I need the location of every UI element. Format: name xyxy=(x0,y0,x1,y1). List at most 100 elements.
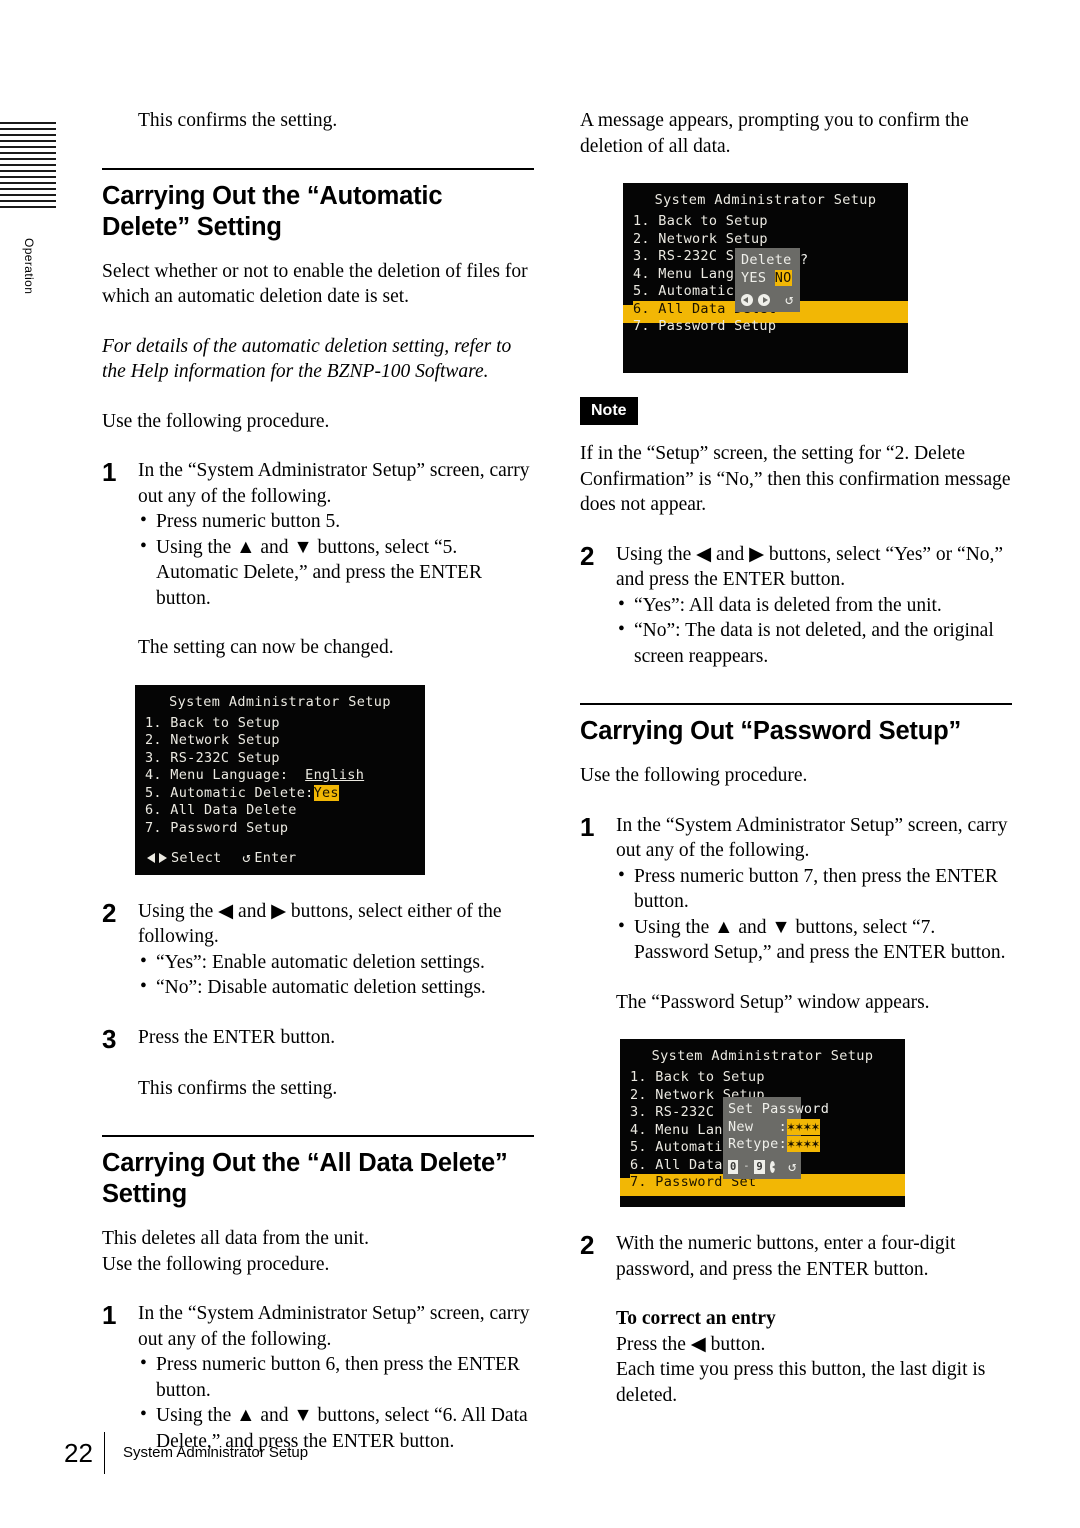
step-text: Using the ◀ and ▶ buttons, select “Yes” … xyxy=(616,543,1004,591)
dialog-label-new: New : xyxy=(728,1118,787,1135)
lcd-value-menu-language[interactable]: English xyxy=(305,767,364,783)
heading-password-setup: Carrying Out “Password Setup” xyxy=(580,703,1012,747)
page-number: 22 xyxy=(64,1438,93,1468)
edge-tab-marks xyxy=(0,122,56,230)
delete-confirmation-dialog: Delete ? YES NO ↻ xyxy=(735,248,809,312)
lcd-menu-item-back-to-setup[interactable]: 1. Back to Setup xyxy=(630,1069,905,1087)
dialog-option-yes[interactable]: YES xyxy=(741,270,766,286)
enter-icon: ↻ xyxy=(787,1158,796,1175)
password-new-field[interactable]: ✶✶✶✶ xyxy=(787,1118,820,1135)
step-number: 3 xyxy=(102,1023,117,1054)
lcd-screen-system-administrator-setup: System Administrator Setup 1. Back to Se… xyxy=(135,684,425,875)
all-data-delete-description-line-2: Use the following procedure. xyxy=(102,1253,330,1275)
dialog-prompt: Delete ? xyxy=(741,252,809,268)
edge-mark xyxy=(0,188,56,190)
heading-all-data-delete: Carrying Out the “All Data Delete” Setti… xyxy=(102,1135,534,1210)
lcd-title: System Administrator Setup xyxy=(169,693,391,710)
step-number: 1 xyxy=(102,457,117,487)
intro-confirm-text: This confirms the setting. xyxy=(138,110,338,131)
lcd-menu-item-back-to-setup[interactable]: 1. Back to Setup xyxy=(145,715,425,733)
step-number: 1 xyxy=(580,811,595,842)
step-text: Using the ◀ and ▶ buttons, select either… xyxy=(138,900,502,948)
step-number: 2 xyxy=(580,540,595,571)
step-bullet-list: Press numeric button 7, then press the E… xyxy=(616,863,1012,966)
lcd-screen-password-setup: System Administrator Setup 1. Back to Se… xyxy=(620,1039,905,1207)
dialog-option-no-selected[interactable]: NO xyxy=(774,269,792,286)
dialog-hint-icons: 0-9 ↻ xyxy=(728,1158,796,1175)
lcd-menu-item-rs232c-setup[interactable]: 3. RS-232C Setup xyxy=(145,750,425,768)
left-arrow-icon xyxy=(147,852,155,863)
correct-entry-line-1: Press the ◀ button. xyxy=(616,1333,766,1355)
page-footer: 22 System Administrator Setup xyxy=(64,1432,308,1474)
step-text: In the “System Administrator Setup” scre… xyxy=(138,1303,530,1350)
edge-mark xyxy=(0,176,56,178)
note-block: Note xyxy=(580,397,1012,425)
dialog-options: YES NO xyxy=(741,269,794,288)
set-password-dialog: Set Password New :✶✶✶✶ Retype:✶✶✶✶ 0-9 ↻ xyxy=(723,1097,830,1179)
lcd-menu-item-all-data-delete[interactable]: 6. All Data Delete xyxy=(145,802,425,820)
edge-mark xyxy=(0,164,56,166)
lcd-menu-item-automatic-delete[interactable]: 5. Automatic Delete:Yes xyxy=(145,784,425,803)
footer-divider xyxy=(104,1432,105,1474)
use-procedure-text: Use the following procedure. xyxy=(580,765,808,786)
password-setup-window-appears-text: The “Password Setup” window appears. xyxy=(616,991,930,1013)
numeric-key-9-icon: 9 xyxy=(754,1159,765,1174)
lcd-menu-list: 1. Back to Setup 2. Network Setup 3. RS-… xyxy=(135,715,425,838)
lcd-menu-item-menu-language[interactable]: 4. Menu Language: English xyxy=(145,767,425,785)
lcd-menu-item-password-setup[interactable]: 7. Password Setup xyxy=(145,820,425,838)
right-arrow-icon xyxy=(758,294,770,306)
note-text: If in the “Setup” screen, the setting fo… xyxy=(580,443,1011,515)
step-number: 1 xyxy=(102,1300,117,1330)
bullet-item: Using the ▲ and ▼ buttons, select “7. Pa… xyxy=(616,914,1012,966)
key-range-dash: - xyxy=(743,1161,750,1172)
numeric-key-0-icon: 0 xyxy=(728,1159,739,1174)
right-arrow-icon xyxy=(159,852,167,863)
lcd-title: System Administrator Setup xyxy=(651,1048,874,1064)
edge-mark xyxy=(0,140,56,142)
lcd-menu-item-network-setup[interactable]: 2. Network Setup xyxy=(633,231,908,249)
password-retype-field[interactable]: ✶✶✶✶ xyxy=(787,1136,820,1152)
edge-mark xyxy=(0,206,56,208)
message-appears-text: A message appears, prompting you to conf… xyxy=(580,110,969,157)
step-2-password-setup: 2 With the numeric buttons, enter a four… xyxy=(580,1231,1012,1282)
edge-mark xyxy=(0,158,56,160)
enter-icon: ↻ xyxy=(785,292,794,308)
lcd-menu-item-label: 4. Menu Language: xyxy=(145,767,289,783)
step-2-all-data-delete: 2 Using the ◀ and ▶ buttons, select “Yes… xyxy=(580,542,1012,670)
lcd-title: System Administrator Setup xyxy=(654,192,877,208)
dialog-row-new: New :✶✶✶✶ xyxy=(728,1118,820,1137)
dialog-title: Set Password xyxy=(728,1101,830,1117)
lcd-menu-item-password-setup[interactable]: 7. Password Setup xyxy=(633,318,908,336)
edge-mark xyxy=(0,152,56,154)
step-text: In the “System Administrator Setup” scre… xyxy=(138,460,530,507)
bullet-item: “No”: Disable automatic deletion setting… xyxy=(138,974,534,1001)
use-procedure-text: Use the following procedure. xyxy=(102,410,330,432)
edge-mark xyxy=(0,128,56,130)
step-text: Press the ENTER button. xyxy=(138,1026,336,1048)
edge-mark xyxy=(0,200,56,202)
automatic-delete-note-italic: For details of the automatic deletion se… xyxy=(102,335,512,383)
bullet-item: “No”: The data is not deleted, and the o… xyxy=(616,617,1012,669)
dialog-hint-icons: ↻ xyxy=(741,292,794,308)
right-column: A message appears, prompting you to conf… xyxy=(580,108,1012,1408)
bullet-item: Press numeric button 7, then press the E… xyxy=(616,863,1012,915)
footer-chapter-title: System Administrator Setup xyxy=(123,1444,309,1461)
bullet-item: Using the ▲ and ▼ buttons, select “5. Au… xyxy=(138,534,534,612)
step-bullet-list: “Yes”: Enable automatic deletion setting… xyxy=(138,949,534,1001)
lcd-footer-select-label: Select xyxy=(171,849,222,866)
lcd-value-automatic-delete[interactable]: Yes xyxy=(313,784,339,801)
all-data-delete-description-line-1: This deletes all data from the unit. xyxy=(102,1228,369,1249)
lcd-menu-item-back-to-setup[interactable]: 1. Back to Setup xyxy=(633,213,908,231)
step-number: 2 xyxy=(580,1230,595,1260)
edge-tab-label: Operation xyxy=(22,238,36,295)
lcd-menu-item-network-setup[interactable]: 2. Network Setup xyxy=(145,732,425,750)
edge-mark xyxy=(0,170,56,172)
dialog-label-retype: Retype: xyxy=(728,1136,787,1152)
step-1-automatic-delete: 1 In the “System Administrator Setup” sc… xyxy=(102,458,534,611)
bullet-item: Press numeric button 5. xyxy=(138,508,534,535)
lcd-footer-enter-label: Enter xyxy=(254,849,297,866)
manual-page: Operation This confirms the setting. Car… xyxy=(0,0,1080,1528)
edge-mark xyxy=(0,134,56,136)
enter-icon: ↻ xyxy=(241,849,251,866)
left-arrow-icon xyxy=(769,1160,778,1173)
